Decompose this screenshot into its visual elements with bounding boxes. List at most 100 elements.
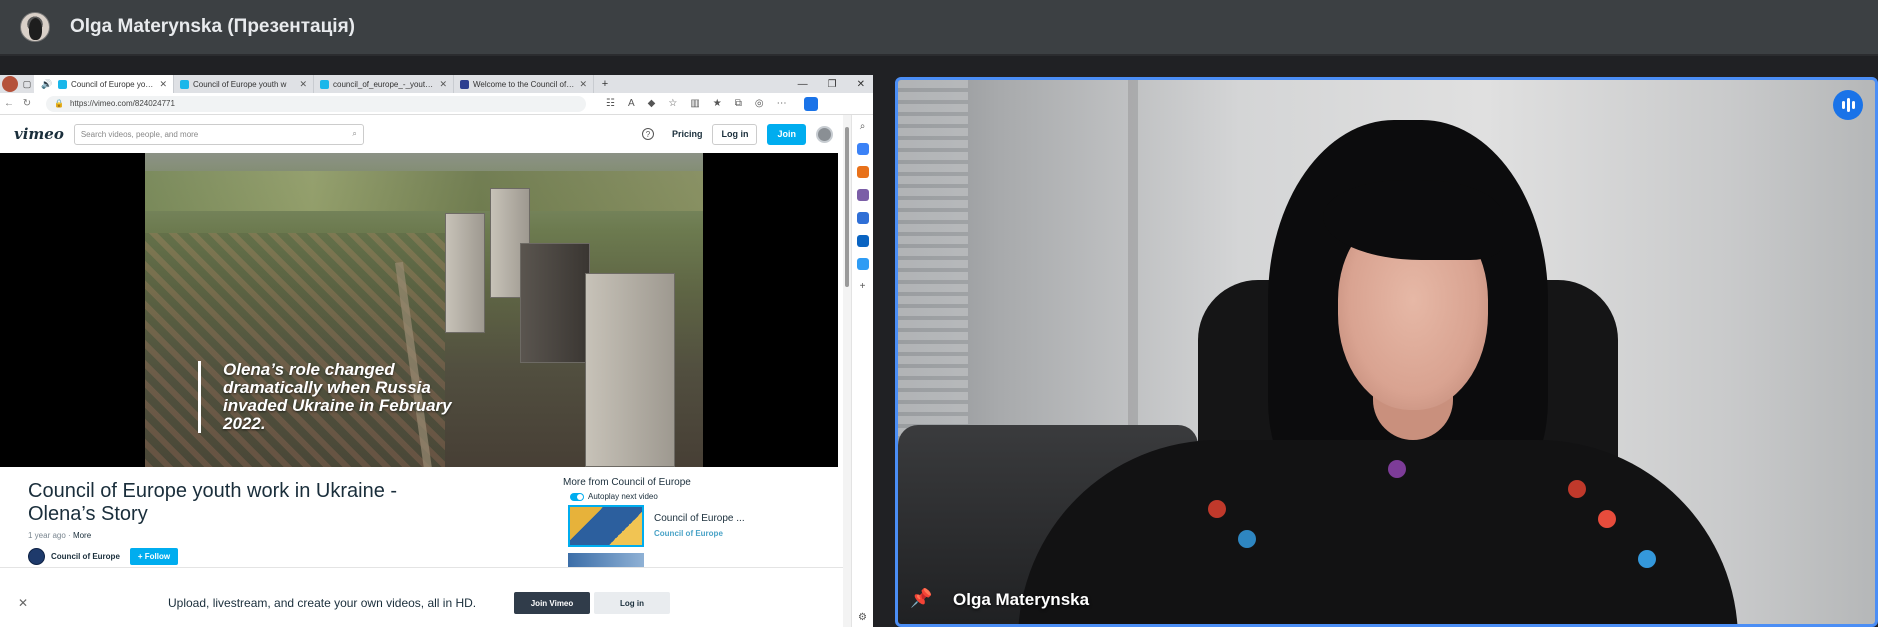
close-icon[interactable]: ✕ — [18, 596, 28, 610]
refresh-icon[interactable]: ↻ — [18, 98, 36, 109]
close-tab-icon[interactable]: ✕ — [439, 79, 447, 90]
back-arrow-icon[interactable]: ← — [0, 98, 18, 109]
presenter-title: Olga Materynska (Презентація) — [70, 16, 355, 37]
video-title: Council of Europe youth work in Ukraine … — [28, 480, 398, 525]
reader-icon[interactable]: ☷ — [606, 98, 615, 109]
more-link[interactable]: More — [73, 531, 91, 540]
workspaces-icon[interactable]: ▢ — [20, 75, 34, 93]
close-window-icon[interactable]: ✕ — [857, 79, 865, 90]
pin-icon[interactable]: 📌 — [910, 588, 932, 610]
help-icon[interactable]: ? — [641, 128, 654, 140]
video-building — [520, 243, 590, 363]
pricing-link[interactable]: Pricing — [672, 129, 703, 139]
autoplay-label: Autoplay next video — [588, 492, 658, 501]
vimeo-search-input[interactable]: Search videos, people, and more ⌕ — [73, 123, 364, 145]
browser-tab-2[interactable]: Council of Europe youth w ✕ — [174, 75, 314, 93]
video-player[interactable]: Olena’s role changed dramatically when R… — [0, 153, 838, 467]
page-scrollbar[interactable] — [843, 115, 851, 627]
restore-icon[interactable]: ❐ — [828, 79, 837, 90]
channel-name[interactable]: Council of Europe — [51, 552, 120, 561]
participant-name: Olga Materynska — [953, 590, 1090, 609]
extension-icon[interactable]: ◆ — [648, 98, 656, 109]
presentation-tile[interactable]: ▢ 🔊 Council of Europe youth wo ✕ Council… — [0, 75, 873, 627]
person-body — [1018, 440, 1738, 624]
shopping-icon[interactable]: ◎ — [755, 98, 764, 109]
video-fields — [145, 171, 703, 211]
settings-gear-icon[interactable]: ⚙ — [858, 612, 867, 623]
edge-sidebar: ⌕ + ⚙ — [851, 115, 873, 627]
browser-tab-strip: ▢ 🔊 Council of Europe youth wo ✕ Council… — [0, 75, 873, 93]
scrollbar-thumb[interactable] — [845, 127, 849, 287]
outlook-icon[interactable] — [856, 235, 869, 247]
recommended-video-channel[interactable]: Council of Europe — [654, 529, 723, 538]
channel-avatar[interactable] — [28, 548, 45, 565]
browser-tab-1[interactable]: 🔊 Council of Europe youth wo ✕ — [34, 75, 174, 93]
embroidery-flower — [1568, 480, 1586, 498]
drop-icon[interactable] — [856, 258, 869, 270]
banner-login-button[interactable]: Log in — [594, 592, 670, 614]
browser-tab-3[interactable]: council_of_europe_-_youth_work ✕ — [314, 75, 454, 93]
read-aloud-icon[interactable]: A — [628, 98, 635, 109]
speaker-icon: 🔊 — [41, 78, 53, 89]
close-tab-icon[interactable]: ✕ — [159, 79, 167, 90]
add-sidebar-app-icon[interactable]: + — [860, 281, 866, 292]
video-frame: Olena’s role changed dramatically when R… — [145, 153, 703, 467]
more-menu-icon[interactable]: ⋯ — [777, 98, 787, 109]
recommended-video-thumbnail-2[interactable] — [568, 553, 644, 567]
recommended-video-title[interactable]: Council of Europe ... — [654, 513, 745, 524]
games-icon[interactable] — [856, 189, 869, 201]
autoplay-toggle[interactable] — [570, 492, 584, 501]
vimeo-logo[interactable]: vimeo — [14, 125, 64, 143]
split-screen-icon[interactable]: ▥ — [690, 98, 699, 109]
follow-button[interactable]: + Follow — [129, 548, 179, 565]
tab-title: Welcome to the Council of Euro — [473, 79, 576, 89]
embroidery-flower — [1388, 460, 1406, 478]
minimize-icon[interactable]: — — [798, 79, 808, 90]
video-caption: Olena’s role changed dramatically when R… — [198, 361, 478, 433]
close-tab-icon[interactable]: ✕ — [579, 79, 587, 90]
speaking-indicator-icon[interactable] — [1833, 90, 1863, 120]
vimeo-favicon-icon — [320, 79, 329, 89]
tab-title: Council of Europe youth wo — [71, 79, 156, 89]
vimeo-header-actions: ? Pricing Log in Join — [641, 123, 843, 145]
meeting-top-bar: Olga Materynska (Презентація) — [0, 0, 1878, 56]
favorite-star-icon[interactable]: ☆ — [668, 98, 677, 109]
favorites-icon[interactable]: ★ — [713, 98, 722, 109]
profile-icon[interactable] — [2, 76, 18, 92]
video-meta: 1 year ago · More — [28, 531, 91, 540]
m365-icon[interactable] — [856, 212, 869, 224]
tag-icon[interactable] — [856, 143, 869, 155]
browser-tab-4[interactable]: Welcome to the Council of Euro ✕ — [454, 75, 594, 93]
channel-row: Council of Europe + Follow — [28, 548, 179, 565]
search-icon: ⌕ — [352, 129, 357, 138]
lock-icon: 🔒 — [54, 99, 64, 108]
collections-icon[interactable]: ⧉ — [735, 98, 742, 109]
camera-tile[interactable]: 📌 Olga Materynska — [895, 77, 1878, 627]
vimeo-favicon-icon — [58, 79, 67, 89]
join-button[interactable]: Join — [767, 123, 806, 145]
address-bar[interactable]: 🔒 https://vimeo.com/824024771 — [46, 95, 586, 112]
toolbox-icon[interactable] — [856, 166, 869, 178]
login-button[interactable]: Log in — [712, 123, 758, 145]
coe-favicon-icon — [460, 79, 469, 89]
vimeo-page: vimeo Search videos, people, and more ⌕ … — [0, 115, 851, 627]
embroidery-flower — [1598, 510, 1616, 528]
banner-text: Upload, livestream, and create your own … — [168, 596, 477, 610]
copilot-icon[interactable] — [803, 96, 818, 111]
join-vimeo-button[interactable]: Join Vimeo — [514, 592, 590, 614]
close-tab-icon[interactable]: ✕ — [299, 79, 307, 90]
signup-banner: ✕ Upload, livestream, and create your ow… — [0, 567, 843, 627]
vimeo-header: vimeo Search videos, people, and more ⌕ … — [0, 115, 843, 153]
video-building — [445, 213, 485, 333]
recommended-video-thumbnail[interactable] — [568, 505, 644, 547]
embroidery-flower — [1208, 500, 1226, 518]
browser-toolbar: ☷ A ◆ ☆ ▥ ★ ⧉ ◎ ⋯ — [606, 96, 818, 111]
embroidery-flower — [1638, 550, 1656, 568]
new-tab-plus-icon[interactable]: + — [594, 75, 616, 93]
autoplay-row: Autoplay next video — [570, 492, 658, 501]
more-from-heading: More from Council of Europe — [563, 477, 691, 488]
presenter-avatar — [20, 12, 50, 42]
user-avatar-icon[interactable] — [816, 125, 833, 143]
address-bar-row: ← ↻ 🔒 https://vimeo.com/824024771 ☷ A ◆ … — [0, 93, 873, 115]
search-icon[interactable]: ⌕ — [860, 121, 866, 132]
